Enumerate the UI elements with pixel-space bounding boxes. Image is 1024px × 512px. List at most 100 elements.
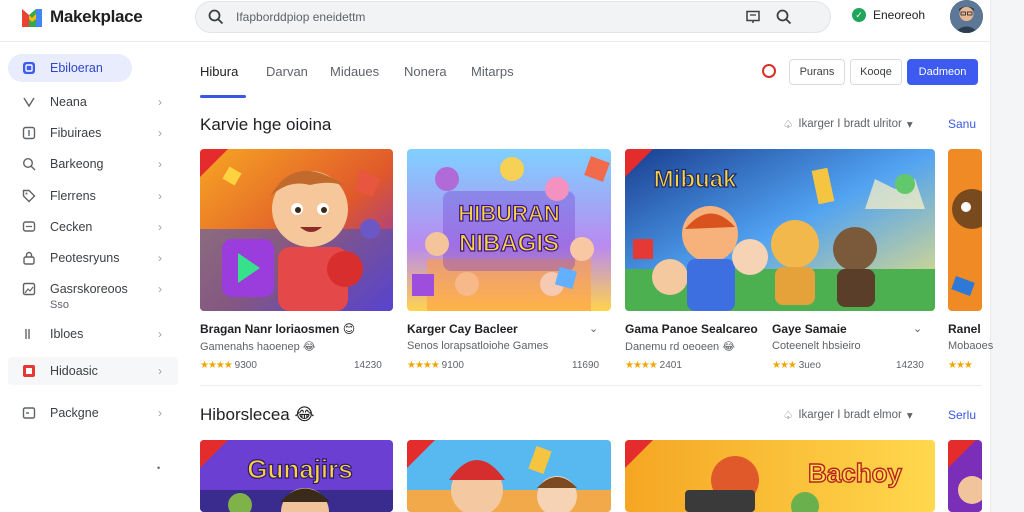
emoji-icon: 😂	[302, 341, 316, 353]
emoji-icon: 😂	[294, 405, 315, 424]
sidebar-item-home[interactable]: Ebiloeran	[8, 54, 132, 82]
art-title: Mibuak	[654, 166, 737, 193]
section-sort[interactable]: ♤ Ikarger I bradt elmor ▾	[783, 408, 913, 422]
sidebar-item-lists[interactable]: Ibloes ›	[8, 320, 178, 348]
sidebar-item-featured[interactable]: Hidoasic ›	[8, 357, 178, 385]
sidebar-item-protection[interactable]: Peotesryuns ›	[8, 244, 178, 272]
game-card-image[interactable]	[200, 149, 393, 311]
sidebar-item-messages[interactable]: Cecken ›	[8, 213, 178, 241]
tab-darvan[interactable]: Darvan	[266, 64, 308, 79]
game-card-subtitle: Coteenelt hbsieiro	[772, 340, 861, 352]
art-subtitle: NIBAGIS	[459, 230, 559, 257]
message-icon	[22, 221, 36, 232]
sidebar-item-gallery[interactable]: Gasrskoreoos Sso ›	[8, 275, 178, 311]
page-scrollbar[interactable]	[990, 0, 1024, 512]
game-card-subtitle: Danemu rd oeoeen 😂	[625, 340, 735, 353]
chevron-right-icon: ›	[158, 95, 162, 109]
see-all-link[interactable]: Serlu	[948, 408, 976, 422]
app-logo[interactable]: Makekplace	[20, 5, 143, 29]
game-card-title[interactable]: Gaye Samaie	[772, 322, 847, 336]
chevron-right-icon: ›	[158, 364, 162, 378]
game-card-title[interactable]: Gama Panoe Sealcareo	[625, 322, 758, 336]
game-card-subtitle: Gamenahs haoenep 😂	[200, 340, 316, 353]
game-card-subtitle: Senos lorapsatloiohe Games	[407, 340, 549, 352]
tab-mitarps[interactable]: Mitarps	[471, 64, 514, 79]
new-badge-icon	[200, 149, 228, 177]
game-card-title[interactable]: Karger Cay Bacleer	[407, 322, 518, 336]
game-artwork	[948, 149, 982, 311]
card-menu-chevron-icon[interactable]: ⌄	[913, 322, 922, 335]
chevron-right-icon: ›	[158, 126, 162, 140]
tab-nonera[interactable]: Nonera	[404, 64, 447, 79]
chevron-right-icon: ›	[158, 282, 162, 296]
see-all-link[interactable]: Sanu	[948, 117, 976, 131]
sidebar-item-games[interactable]: Neana ›	[8, 88, 178, 116]
game-card-count: 14230	[896, 360, 924, 371]
more-dot: •	[157, 463, 161, 473]
sidebar-item-search[interactable]: Barkeong ›	[8, 150, 178, 178]
game-card-image[interactable]	[407, 440, 611, 512]
game-card-subtitle: Mobaoes	[948, 340, 994, 352]
toolbar-button-2[interactable]: Kooqe	[850, 59, 902, 85]
card-menu-chevron-icon[interactable]: ⌄	[589, 322, 598, 335]
primary-action-button[interactable]: Dadmeon	[907, 59, 978, 85]
toolbar-button-1[interactable]: Purans	[789, 59, 845, 85]
store-icon	[23, 62, 35, 74]
tab-hibura[interactable]: Hibura	[200, 64, 238, 79]
rating-value: 2401	[659, 360, 682, 371]
sidebar-item-label: Hidoasic	[50, 364, 98, 378]
stars-icon: ★★★★	[625, 360, 658, 371]
chevron-down-icon: ▾	[906, 119, 913, 131]
art-title: Bachoy	[808, 458, 902, 488]
sidebar-item-sublabel: Sso	[50, 299, 69, 311]
sidebar-item-label: Peotesryuns	[50, 251, 120, 265]
avatar[interactable]	[950, 0, 983, 33]
sidebar-item-label: Barkeong	[50, 157, 104, 171]
section-sort[interactable]: ♤ Ikarger I bradt ulritor ▾	[783, 117, 913, 131]
search-bar[interactable]: Ifapborddpiop eneidettm	[195, 1, 831, 33]
game-card-image[interactable]: Bachoy	[625, 440, 935, 512]
stars-icon: ★★★	[772, 360, 797, 371]
search-submit-icon[interactable]	[776, 9, 792, 25]
game-artwork	[407, 440, 611, 512]
game-icon	[23, 365, 35, 377]
game-card-title[interactable]: Bragan Nanr loriaosmen 😊	[200, 322, 355, 336]
game-card-image[interactable]: Gunajirs	[200, 440, 393, 512]
tab-midaues[interactable]: Midaues	[330, 64, 379, 79]
sidebar-item-label: Gasrskoreoos	[50, 282, 128, 296]
chevron-right-icon: ›	[158, 220, 162, 234]
game-artwork: HIBURAN NIBAGIS	[407, 149, 611, 311]
game-card-image[interactable]: Mibuak	[625, 149, 935, 311]
game-card-rating: ★★★ 3ueo	[772, 360, 821, 371]
sidebar-item-offers[interactable]: Flerrens ›	[8, 182, 178, 210]
sidebar-item-label: Packgne	[50, 406, 99, 420]
game-card-title[interactable]: Ranel	[948, 322, 981, 336]
sidebar: Ebiloeran Neana › Fibuiraes › Barkeong ›…	[0, 43, 182, 512]
search-icon	[208, 9, 224, 25]
game-card-image[interactable]	[948, 440, 982, 512]
sort-label: Ikarger I bradt elmor	[798, 409, 902, 421]
gamepad-icon	[23, 97, 35, 108]
sort-label: Ikarger I bradt ulritor	[798, 118, 902, 130]
account-status[interactable]: ✓ Eneoreoh	[852, 8, 925, 22]
new-badge-icon	[625, 149, 653, 177]
sidebar-item-books[interactable]: Fibuiraes ›	[8, 119, 178, 147]
search-input[interactable]: Ifapborddpiop eneidettm	[236, 10, 365, 24]
game-card-image[interactable]	[948, 149, 982, 311]
sidebar-item-packages[interactable]: Packgne ›	[8, 399, 178, 427]
game-card-image[interactable]: HIBURAN NIBAGIS	[407, 149, 611, 311]
game-artwork: Bachoy	[625, 440, 935, 512]
game-artwork: Mibuak	[625, 149, 935, 311]
emoji-icon: 😊	[342, 322, 356, 336]
game-card-rating: ★★★	[948, 360, 973, 371]
chevron-right-icon: ›	[158, 327, 162, 341]
no-filter-icon[interactable]	[762, 64, 776, 78]
chevron-right-icon: ›	[158, 157, 162, 171]
sidebar-item-label: Flerrens	[50, 189, 96, 203]
new-badge-icon	[407, 440, 435, 468]
art-title: HIBURAN	[458, 201, 559, 226]
rating-value: 3ueo	[798, 360, 821, 371]
chevron-right-icon: ›	[158, 251, 162, 265]
marketplace-app: Makekplace Ifapborddpiop eneidettm ✓ Ene…	[0, 0, 1024, 512]
image-search-icon[interactable]	[746, 10, 760, 24]
